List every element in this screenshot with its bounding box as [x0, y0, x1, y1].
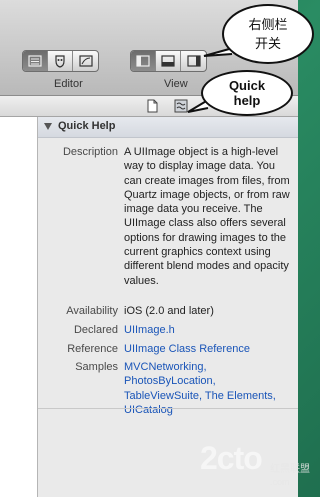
row-key: Declared — [73, 324, 118, 336]
row-key: Description — [62, 146, 118, 158]
sidebar-toggle-callout: 右侧栏 开关 — [222, 4, 314, 64]
availability-value: iOS (2.0 and later) — [124, 305, 214, 317]
navigator-toggle-icon — [136, 55, 150, 67]
assistant-editor-button[interactable] — [48, 51, 73, 71]
quick-help-callout: Quick help — [201, 70, 293, 116]
utilities-toggle-icon — [186, 55, 201, 67]
debug-area-toggle-button[interactable] — [156, 51, 181, 71]
file-inspector-icon[interactable] — [145, 99, 159, 113]
editor-label: Editor — [54, 78, 83, 90]
row-key: Reference — [67, 343, 118, 355]
disclosure-triangle-icon[interactable] — [44, 123, 52, 130]
view-segmented-control — [130, 50, 207, 72]
quick-help-title: Quick Help — [58, 120, 116, 132]
editor-segmented-control — [22, 50, 99, 72]
version-editor-icon — [78, 55, 93, 67]
quick-help-header[interactable]: Quick Help — [38, 117, 298, 138]
watermark-logo: 2cto — [200, 440, 263, 476]
watermark-url: .com — [270, 477, 290, 487]
declared-link[interactable]: UIImage.h — [124, 323, 294, 337]
assistant-editor-icon — [55, 55, 65, 68]
standard-editor-icon — [28, 55, 42, 67]
row-key: Availability — [66, 305, 118, 317]
editor-area[interactable] — [0, 117, 38, 497]
navigator-toggle-button[interactable] — [131, 51, 156, 71]
reference-link[interactable]: UIImage Class Reference — [124, 342, 294, 356]
description-text: A UIImage object is a high-level way to … — [124, 146, 290, 287]
debug-area-toggle-icon — [161, 55, 175, 67]
divider — [38, 408, 298, 409]
row-key: Samples — [75, 361, 118, 373]
view-label: View — [164, 78, 188, 90]
watermark: 2cto 红黑联盟 .com — [200, 440, 313, 497]
watermark-site-cn: 红黑联盟 — [270, 464, 310, 475]
standard-editor-button[interactable] — [23, 51, 48, 71]
version-editor-button[interactable] — [73, 51, 98, 71]
